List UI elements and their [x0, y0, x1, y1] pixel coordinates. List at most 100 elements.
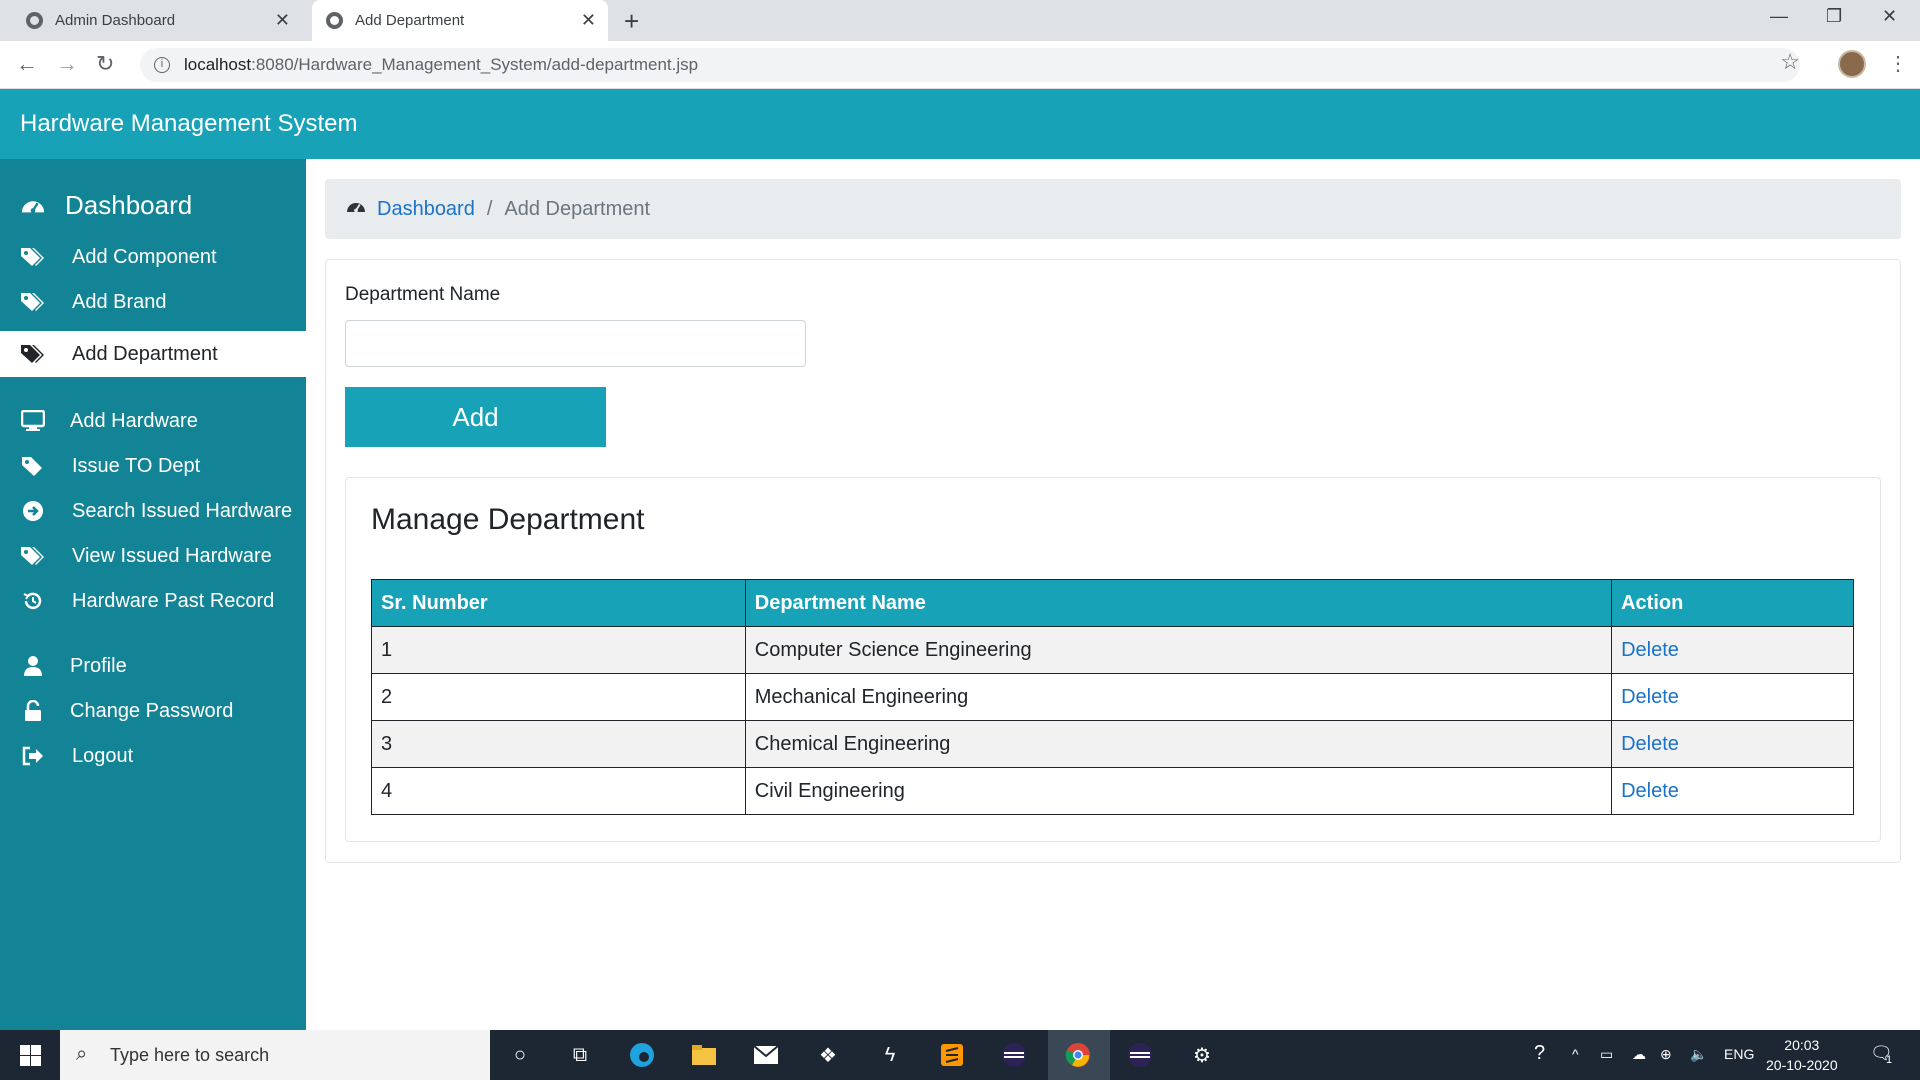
browser-menu-icon[interactable]: ⋮	[1888, 51, 1908, 76]
cell-department-name: Computer Science Engineering	[744, 626, 1613, 674]
tags-icon	[20, 244, 46, 270]
delete-link[interactable]: Delete	[1611, 673, 1854, 721]
delete-link[interactable]: Delete	[1611, 626, 1854, 674]
app-header: Hardware Management System	[0, 89, 1920, 159]
cell-sr-number: 2	[371, 673, 746, 721]
sidebar-item-label: Issue TO Dept	[72, 454, 201, 477]
sidebar-item-label: Profile	[70, 654, 127, 677]
table-header-row: Sr. Number Department Name Action	[371, 579, 1854, 627]
table-row: 4 Civil Engineering Delete	[371, 767, 1854, 815]
forward-icon[interactable]: →	[56, 51, 78, 77]
help-icon[interactable]: ?	[1534, 1042, 1545, 1065]
department-table: Sr. Number Department Name Action 1 Comp…	[371, 579, 1854, 815]
sidebar-item-add-hardware[interactable]: Add Hardware	[0, 399, 306, 443]
language-indicator[interactable]: ENG	[1724, 1046, 1754, 1062]
new-tab-button[interactable]: +	[624, 6, 639, 37]
tachometer-icon	[345, 197, 367, 221]
minimize-icon[interactable]: —	[1770, 6, 1788, 27]
sidebar-item-profile[interactable]: Profile	[0, 644, 306, 688]
delete-link[interactable]: Delete	[1611, 767, 1854, 815]
globe-icon	[26, 12, 43, 29]
taskbar-search-box[interactable]: ⌕ Type here to search	[60, 1030, 490, 1080]
url-bar[interactable]: i localhost:8080/Hardware_Management_Sys…	[140, 48, 1800, 82]
chrome-icon[interactable]	[1064, 1041, 1092, 1069]
sidebar-item-add-brand[interactable]: Add Brand	[0, 280, 306, 324]
sidebar-item-search-issued-hardware[interactable]: Search Issued Hardware	[0, 489, 306, 533]
cell-department-name: Chemical Engineering	[744, 720, 1613, 768]
app-s-icon[interactable]: ϟ	[876, 1041, 904, 1069]
department-name-label: Department Name	[345, 284, 501, 305]
sidebar-item-label: Logout	[72, 744, 134, 767]
close-tab-icon[interactable]: ✕	[275, 11, 290, 29]
sidebar-item-label: Change Password	[70, 699, 234, 722]
dropbox-icon[interactable]: ❖	[814, 1041, 842, 1069]
sidebar-item-hardware-past-record[interactable]: Hardware Past Record	[0, 579, 306, 623]
table-row: 3 Chemical Engineering Delete	[371, 720, 1854, 768]
search-icon: ⌕	[76, 1043, 88, 1065]
eclipse-icon[interactable]	[1126, 1041, 1154, 1069]
tag-icon	[20, 453, 46, 479]
battery-icon[interactable]: ▭	[1600, 1046, 1613, 1063]
sidebar-item-dashboard[interactable]: Dashboard	[0, 180, 306, 230]
reload-icon[interactable]: ↻	[96, 51, 114, 77]
table-row: 2 Mechanical Engineering Delete	[371, 673, 1854, 721]
department-name-input[interactable]	[345, 320, 806, 367]
delete-link[interactable]: Delete	[1611, 720, 1854, 768]
tags-icon	[20, 543, 46, 569]
sidebar-item-view-issued-hardware[interactable]: View Issued Hardware	[0, 534, 306, 578]
cell-sr-number: 4	[371, 767, 746, 815]
table-row: 1 Computer Science Engineering Delete	[371, 626, 1854, 674]
sidebar-item-add-department[interactable]: Add Department	[0, 331, 306, 377]
eclipse-icon[interactable]	[1000, 1041, 1028, 1069]
cortana-icon[interactable]: ○	[506, 1041, 534, 1069]
app-title[interactable]: Hardware Management System	[20, 110, 357, 138]
url-host: localhost	[184, 55, 252, 74]
tags-icon	[20, 341, 46, 367]
sidebar-item-label: Hardware Past Record	[72, 589, 275, 612]
sign-out-icon	[20, 743, 46, 769]
bookmark-star-icon[interactable]: ☆	[1780, 49, 1800, 75]
tags-icon	[20, 289, 46, 315]
clock[interactable]: 20:03 20-10-2020	[1766, 1035, 1838, 1075]
url-path: :8080/Hardware_Management_System/add-dep…	[251, 55, 699, 74]
edge-icon[interactable]	[628, 1041, 656, 1069]
sidebar-item-issue-to-dept[interactable]: Issue TO Dept	[0, 444, 306, 488]
volume-icon[interactable]: 🔈	[1690, 1046, 1707, 1063]
tab-label: Add Department	[355, 12, 465, 29]
sidebar-item-change-password[interactable]: Change Password	[0, 689, 306, 733]
sidebar-item-label: Add Hardware	[70, 409, 198, 432]
site-info-icon[interactable]: i	[154, 57, 170, 73]
history-icon	[20, 588, 46, 614]
breadcrumb-separator: /	[486, 197, 493, 220]
windows-taskbar: ⌕ Type here to search ○ ⧉ ❖ ϟ ⚙ ? ^ ▭ ☁ …	[0, 1030, 1920, 1080]
network-icon[interactable]: ⊕	[1660, 1046, 1672, 1063]
sidebar-item-logout[interactable]: Logout	[0, 734, 306, 778]
browser-tab-add-department[interactable]: Add Department ✕	[312, 0, 608, 41]
breadcrumb: Dashboard / Add Department	[325, 179, 1901, 239]
add-button[interactable]: Add	[345, 387, 606, 447]
sidebar-item-add-component[interactable]: Add Component	[0, 235, 306, 279]
sidebar-item-label: Add Brand	[72, 290, 167, 313]
back-icon[interactable]: ←	[16, 51, 38, 77]
windows-start-icon[interactable]	[20, 1045, 41, 1066]
sidebar-item-label: Add Component	[72, 245, 217, 268]
close-tab-icon[interactable]: ✕	[581, 11, 596, 29]
onedrive-icon[interactable]: ☁	[1632, 1046, 1646, 1063]
browser-tab-admin-dashboard[interactable]: Admin Dashboard ✕	[14, 0, 302, 41]
sidebar-item-label: Search Issued Hardware	[72, 499, 293, 522]
column-header-action: Action	[1611, 579, 1854, 627]
breadcrumb-dashboard-link[interactable]: Dashboard	[377, 198, 475, 221]
chevron-up-icon[interactable]: ^	[1572, 1046, 1579, 1062]
unlock-icon	[20, 698, 46, 724]
profile-avatar[interactable]	[1838, 50, 1866, 78]
task-view-icon[interactable]: ⧉	[566, 1041, 594, 1069]
sublime-text-icon[interactable]	[938, 1041, 966, 1069]
sidebar: Dashboard Add Component Add Brand Add De…	[0, 159, 306, 1030]
mail-icon[interactable]	[752, 1041, 780, 1069]
file-explorer-icon[interactable]	[690, 1041, 718, 1069]
user-icon	[20, 653, 46, 679]
restore-icon[interactable]: ❐	[1826, 6, 1842, 27]
settings-gear-icon[interactable]: ⚙	[1188, 1041, 1216, 1069]
sidebar-item-label: Dashboard	[65, 189, 193, 220]
window-close-icon[interactable]: ✕	[1882, 6, 1897, 27]
